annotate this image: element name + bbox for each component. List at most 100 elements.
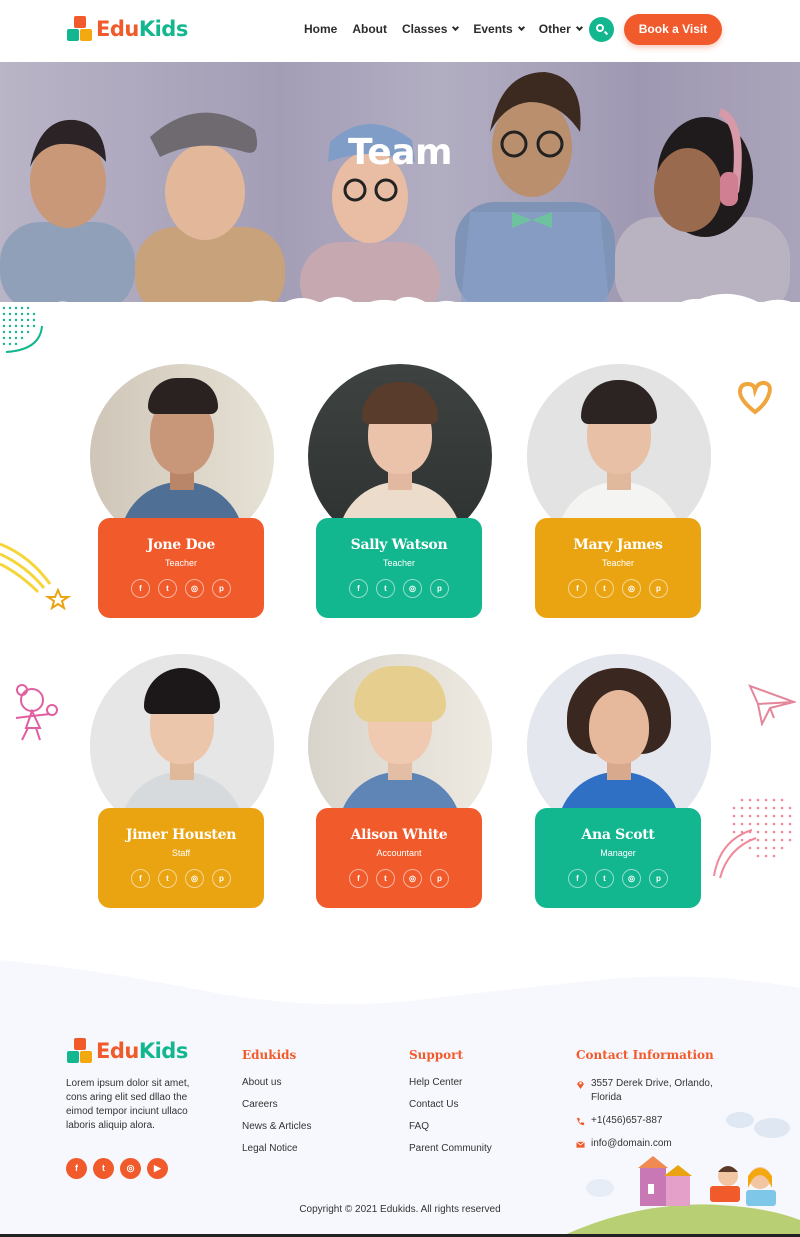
member-role: Accountant bbox=[376, 848, 422, 858]
facebook-icon[interactable]: f bbox=[66, 1158, 87, 1179]
footer-link[interactable]: About us bbox=[242, 1077, 311, 1088]
logo-blocks-icon bbox=[67, 1038, 93, 1064]
footer-about-text: Lorem ipsum dolor sit amet, cons aring e… bbox=[66, 1078, 190, 1131]
logo[interactable]: EduKids bbox=[67, 16, 188, 42]
team-member-card: Sally Watson Teacher f t ◎ p bbox=[308, 364, 492, 620]
chevron-down-icon bbox=[452, 23, 460, 32]
footer-link[interactable]: Legal Notice bbox=[242, 1143, 311, 1154]
footer-link[interactable]: Contact Us bbox=[409, 1099, 492, 1110]
twitter-icon[interactable]: t bbox=[595, 869, 614, 888]
team-member-card: Alison White Accountant f t ◎ p bbox=[308, 654, 492, 910]
member-info-card: Ana Scott Manager f t ◎ p bbox=[535, 808, 701, 908]
pinterest-icon[interactable]: p bbox=[212, 579, 231, 598]
instagram-icon[interactable]: ◎ bbox=[622, 579, 641, 598]
shooting-star-icon bbox=[0, 542, 72, 610]
footer-col-title: Edukids bbox=[242, 1048, 297, 1062]
member-info-card: Jone Doe Teacher f t ◎ p bbox=[98, 518, 264, 618]
instagram-icon[interactable]: ◎ bbox=[403, 579, 422, 598]
member-role: Teacher bbox=[382, 558, 416, 568]
nav-item-other[interactable]: Other bbox=[539, 22, 583, 36]
pinterest-icon[interactable]: p bbox=[649, 869, 668, 888]
footer-col-title: Contact Information bbox=[576, 1048, 714, 1062]
member-info-card: Sally Watson Teacher f t ◎ p bbox=[316, 518, 482, 618]
contact-address: 3557 Derek Drive, Orlando, Florida bbox=[576, 1077, 726, 1105]
facebook-icon[interactable]: f bbox=[568, 579, 587, 598]
twitter-icon[interactable]: t bbox=[595, 579, 614, 598]
member-socials: f t ◎ p bbox=[98, 579, 264, 598]
member-role: Staff bbox=[171, 848, 191, 858]
twitter-icon[interactable]: t bbox=[376, 869, 395, 888]
member-name: Sally Watson bbox=[350, 537, 448, 553]
pinterest-icon[interactable]: p bbox=[649, 579, 668, 598]
member-name: Ana Scott bbox=[581, 827, 655, 843]
heart-icon bbox=[737, 380, 772, 415]
paper-plane-icon bbox=[748, 684, 796, 726]
nav-item-events[interactable]: Events bbox=[473, 22, 525, 36]
page-title: Team bbox=[348, 132, 453, 173]
site-header: EduKids Home About Classes Events Other … bbox=[0, 0, 800, 62]
footer-link[interactable]: Careers bbox=[242, 1099, 311, 1110]
twitter-icon[interactable]: t bbox=[158, 579, 177, 598]
twitter-icon[interactable]: t bbox=[93, 1158, 114, 1179]
dots-circle-decoration bbox=[2, 306, 43, 353]
footer-col-title: Support bbox=[409, 1048, 464, 1062]
member-name: Jone Doe bbox=[147, 537, 215, 553]
member-role: Teacher bbox=[601, 558, 635, 568]
member-name: Jimer Housten bbox=[125, 827, 237, 843]
facebook-icon[interactable]: f bbox=[349, 579, 368, 598]
footer-link[interactable]: Help Center bbox=[409, 1077, 492, 1088]
team-member-card: Mary James Teacher f t ◎ p bbox=[527, 364, 711, 620]
member-socials: f t ◎ p bbox=[316, 579, 482, 598]
instagram-icon[interactable]: ◎ bbox=[120, 1158, 141, 1179]
member-socials: f t ◎ p bbox=[535, 869, 701, 888]
book-visit-button[interactable]: Book a Visit bbox=[624, 14, 722, 45]
logo-text: EduKids bbox=[96, 17, 188, 41]
facebook-icon[interactable]: f bbox=[349, 869, 368, 888]
instagram-icon[interactable]: ◎ bbox=[185, 869, 204, 888]
map-pin-icon bbox=[577, 1081, 584, 1089]
member-role: Teacher bbox=[164, 558, 198, 568]
member-info-card: Mary James Teacher f t ◎ p bbox=[535, 518, 701, 618]
facebook-icon[interactable]: f bbox=[568, 869, 587, 888]
team-member-card: Jone Doe Teacher f t ◎ p bbox=[90, 364, 274, 620]
search-button[interactable] bbox=[589, 17, 614, 42]
youtube-icon[interactable]: ▶ bbox=[147, 1158, 168, 1179]
member-socials: f t ◎ p bbox=[98, 869, 264, 888]
twitter-icon[interactable]: t bbox=[158, 869, 177, 888]
nav-item-classes[interactable]: Classes bbox=[402, 22, 460, 36]
team-member-card: Ana Scott Manager f t ◎ p bbox=[527, 654, 711, 910]
facebook-icon[interactable]: f bbox=[131, 579, 150, 598]
instagram-icon[interactable]: ◎ bbox=[622, 869, 641, 888]
footer-link[interactable]: News & Articles bbox=[242, 1121, 311, 1132]
footer-wave bbox=[0, 950, 800, 1005]
instagram-icon[interactable]: ◎ bbox=[185, 579, 204, 598]
site-footer: EduKids Lorem ipsum dolor sit amet, cons… bbox=[0, 950, 800, 1237]
member-name: Alison White bbox=[350, 827, 448, 843]
copyright-text: Copyright © 2021 Edukids. All rights res… bbox=[299, 1204, 501, 1215]
hero-banner: Team bbox=[0, 62, 800, 302]
pinterest-icon[interactable]: p bbox=[212, 869, 231, 888]
nav-item-home[interactable]: Home bbox=[304, 22, 337, 36]
pinterest-icon[interactable]: p bbox=[430, 579, 449, 598]
team-member-card: Jimer Housten Staff f t ◎ p bbox=[90, 654, 274, 910]
footer-col-edukids: Edukids About us Careers News & Articles… bbox=[242, 1048, 311, 1165]
hero-kids-image bbox=[0, 72, 790, 302]
kids-reading-illustration bbox=[560, 1112, 800, 1237]
footer-col-support: Support Help Center Contact Us FAQ Paren… bbox=[409, 1048, 492, 1165]
member-name: Mary James bbox=[573, 537, 663, 553]
footer-socials: f t ◎ ▶ bbox=[66, 1158, 174, 1179]
footer-link[interactable]: Parent Community bbox=[409, 1143, 492, 1154]
logo-text: EduKids bbox=[96, 1039, 188, 1063]
pinterest-icon[interactable]: p bbox=[430, 869, 449, 888]
footer-logo[interactable]: EduKids bbox=[67, 1038, 188, 1064]
twitter-icon[interactable]: t bbox=[376, 579, 395, 598]
cloud-divider bbox=[57, 293, 792, 302]
chevron-down-icon bbox=[517, 23, 525, 32]
instagram-icon[interactable]: ◎ bbox=[403, 869, 422, 888]
member-socials: f t ◎ p bbox=[316, 869, 482, 888]
member-role: Manager bbox=[600, 848, 636, 858]
nav-item-about[interactable]: About bbox=[352, 22, 387, 36]
facebook-icon[interactable]: f bbox=[131, 869, 150, 888]
girl-doodle-icon bbox=[15, 684, 58, 741]
footer-link[interactable]: FAQ bbox=[409, 1121, 492, 1132]
